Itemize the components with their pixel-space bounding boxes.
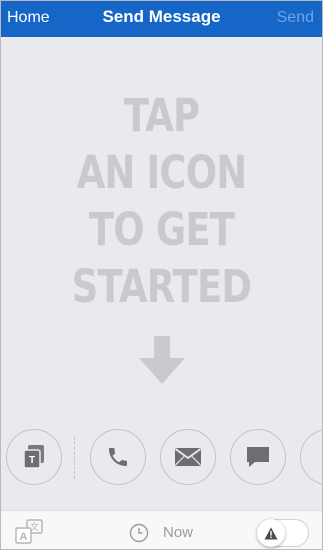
prompt-line: STARTED <box>71 260 252 313</box>
mail-icon <box>174 448 202 466</box>
message-type-strip: T <box>1 429 323 487</box>
empty-state-prompt: TAP AN ICON TO GET STARTED <box>30 87 293 315</box>
nav-header: Home Send Message Send <box>1 1 322 37</box>
send-button[interactable]: Send <box>277 9 314 27</box>
translate-icon[interactable]: 文 A <box>15 519 43 545</box>
svg-text:A: A <box>20 531 28 543</box>
prompt-line: TAP <box>123 89 200 142</box>
more-type-button[interactable] <box>300 429 323 485</box>
urgent-toggle[interactable] <box>257 519 309 547</box>
email-button[interactable] <box>160 429 216 485</box>
bottom-toolbar: 文 A Now <box>1 510 322 549</box>
chat-bubble-icon <box>247 447 269 467</box>
svg-text:T: T <box>29 455 35 466</box>
arrow-down-icon <box>139 336 185 384</box>
chat-button[interactable] <box>230 429 286 485</box>
warning-icon <box>264 527 278 539</box>
clock-icon[interactable] <box>129 523 149 543</box>
partial-icon <box>316 445 323 469</box>
phone-icon <box>109 448 127 466</box>
prompt-line: TO GET <box>88 203 235 256</box>
prompt-line: AN ICON <box>76 146 247 199</box>
text-card-button[interactable]: T <box>6 429 62 485</box>
phone-button[interactable] <box>90 429 146 485</box>
schedule-time-label[interactable]: Now <box>163 524 193 541</box>
page-title: Send Message <box>102 7 221 26</box>
text-card-icon: T <box>23 445 44 469</box>
toggle-knob <box>257 519 285 547</box>
strip-divider <box>74 437 75 479</box>
app-frame: Home Send Message Send TAP AN ICON TO GE… <box>0 0 323 550</box>
